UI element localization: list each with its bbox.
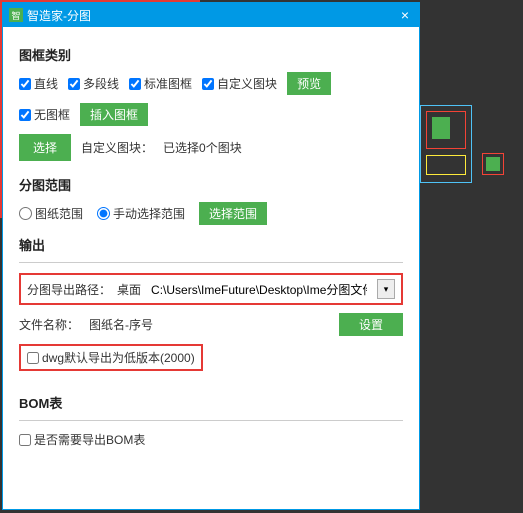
chk-dwglow[interactable]: dwg默认导出为低版本(2000)	[27, 349, 195, 366]
cad-preview	[420, 105, 515, 200]
selected-count: 已选择0个图块	[163, 139, 242, 156]
select-button[interactable]: 选择	[19, 134, 71, 161]
exportpath-highlight: 分图导出路径： 桌面 ▾	[19, 273, 403, 305]
main-body: 图框类别 直线 多段线 标准图框 自定义图块 预览 无图框 插入图框 选择 自定…	[3, 27, 419, 460]
exportpath-input[interactable]	[147, 279, 371, 299]
main-title: 智造家-分图	[27, 7, 397, 24]
section-frame-header: 图框类别	[19, 45, 403, 64]
section-bom-header: BOM表	[19, 393, 403, 412]
app-icon: 智	[9, 8, 23, 22]
insertframe-button[interactable]: 插入图框	[80, 103, 148, 126]
output-divider	[19, 262, 403, 263]
chk-stdframe[interactable]: 标准图框	[129, 75, 192, 92]
chk-exportbom[interactable]: 是否需要导出BOM表	[19, 431, 403, 448]
radio-manualrange[interactable]: 手动选择范围	[97, 205, 185, 222]
preview-button[interactable]: 预览	[287, 72, 331, 95]
chk-customblock[interactable]: 自定义图块	[202, 75, 277, 92]
close-icon[interactable]: ×	[397, 7, 413, 23]
exportpath-prefix: 桌面	[117, 281, 141, 298]
filename-value: 图纸名-序号	[89, 316, 329, 333]
chk-line[interactable]: 直线	[19, 75, 58, 92]
exportpath-label: 分图导出路径：	[27, 281, 111, 298]
filename-label: 文件名称：	[19, 316, 79, 333]
customblock-label: 自定义图块：	[81, 139, 153, 156]
dwglow-highlight: dwg默认导出为低版本(2000)	[19, 344, 203, 371]
section-range-header: 分图范围	[19, 175, 403, 194]
selectrange-button[interactable]: 选择范围	[199, 202, 267, 225]
exportpath-dropdown-button[interactable]: ▾	[377, 279, 395, 299]
bom-divider	[19, 420, 403, 421]
settings-button[interactable]: 设置	[339, 313, 403, 336]
main-dialog: 智 智造家-分图 × 图框类别 直线 多段线 标准图框 自定义图块 预览 无图框…	[2, 2, 420, 510]
main-titlebar: 智 智造家-分图 ×	[3, 3, 419, 27]
chk-noframe[interactable]: 无图框	[19, 106, 70, 123]
section-output-header: 输出	[19, 235, 403, 254]
radio-drawingrange[interactable]: 图纸范围	[19, 205, 83, 222]
chk-polyline[interactable]: 多段线	[68, 75, 119, 92]
